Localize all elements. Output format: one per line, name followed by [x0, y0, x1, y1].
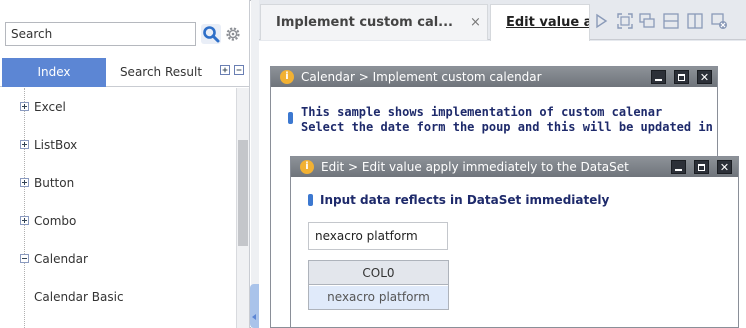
window-title: Calendar > Implement custom calendar — [301, 70, 542, 84]
sample-tree: Excel ListBox Button Combo Calendar Cale… — [0, 88, 236, 328]
info-icon: i — [280, 70, 294, 84]
description-marker — [288, 112, 293, 124]
window-title: Edit > Edit value apply immediately to t… — [321, 160, 629, 174]
tree-item-label: Excel — [34, 100, 66, 114]
left-panel: Search Index Search Result Excel ListBox… — [0, 0, 250, 328]
tree-scrollbar[interactable] — [236, 88, 249, 328]
tree-expand-collapse — [220, 65, 246, 77]
close-button[interactable]: ✕ — [717, 160, 732, 174]
close-button[interactable]: ✕ — [697, 70, 712, 84]
document-tabbar: Implement custom cal... × Edit value app… — [259, 0, 746, 41]
description-line: Select the date form the poup and this w… — [301, 120, 717, 134]
expand-icon[interactable] — [20, 102, 29, 111]
value-edit-field[interactable]: nexacro platform — [308, 222, 448, 250]
minimize-button[interactable] — [651, 70, 666, 84]
collapse-icon[interactable] — [20, 254, 29, 263]
maximize-button[interactable] — [694, 160, 709, 174]
tab-index[interactable]: Index — [2, 58, 106, 87]
search-icon[interactable] — [201, 24, 221, 44]
tree-guide-line — [24, 88, 25, 328]
tile-horizontal-icon[interactable] — [662, 12, 680, 30]
tree-item-label: Calendar — [34, 252, 88, 266]
expand-icon[interactable] — [20, 140, 29, 149]
minimize-button[interactable] — [671, 160, 686, 174]
tile-vertical-icon[interactable] — [686, 12, 704, 30]
play-icon[interactable] — [592, 12, 610, 30]
tree-item-label: Button — [34, 176, 75, 190]
info-icon: i — [300, 160, 314, 174]
doc-tab-title: Edit value apply immediately to the Data… — [506, 15, 589, 30]
description-line: This sample shows implementation of cust… — [301, 105, 663, 119]
expand-icon[interactable] — [20, 216, 29, 225]
gear-icon[interactable] — [225, 26, 241, 42]
splitter-collapse-handle[interactable] — [250, 284, 259, 328]
sample-description: Input data reflects in DataSet immediate… — [320, 193, 610, 207]
doc-tab-edit-value[interactable]: Edit value apply immediately to the Data… — [490, 4, 590, 41]
close-all-icon[interactable] — [710, 12, 728, 30]
expand-all-icon[interactable] — [220, 65, 230, 75]
doc-tab-title: Implement custom cal... — [276, 15, 453, 30]
tree-item-calendar-basic[interactable]: Calendar Basic — [34, 287, 124, 307]
tree-item-label: ListBox — [34, 138, 78, 152]
dataset-grid: COL0 nexacro platform — [308, 260, 449, 310]
left-tabs: Index Search Result — [0, 58, 250, 87]
window-toolbar — [592, 12, 742, 32]
edit-sample-window: i Edit > Edit value apply immediately to… — [290, 156, 739, 328]
grid-column-header[interactable]: COL0 — [309, 261, 448, 285]
fit-screen-icon[interactable] — [616, 12, 634, 30]
maximize-button[interactable] — [674, 70, 689, 84]
window-titlebar[interactable]: i Edit > Edit value apply immediately to… — [291, 157, 738, 177]
tree-item-label: Combo — [34, 214, 77, 228]
sample-description: This sample shows implementation of cust… — [301, 105, 717, 135]
collapse-all-icon[interactable] — [234, 65, 244, 75]
window-titlebar[interactable]: i Calendar > Implement custom calendar ✕ — [271, 67, 717, 87]
scrollbar-thumb[interactable] — [238, 140, 248, 246]
tab-search-result[interactable]: Search Result — [106, 58, 216, 87]
search-input[interactable]: Search — [5, 22, 196, 46]
description-marker — [308, 194, 313, 206]
doc-tab-custom-calendar[interactable]: Implement custom cal... × — [260, 4, 488, 40]
panel-splitter[interactable] — [251, 0, 259, 328]
grid-cell[interactable]: nexacro platform — [309, 286, 448, 309]
cascade-icon[interactable] — [638, 12, 656, 30]
close-icon[interactable]: × — [470, 15, 481, 30]
expand-icon[interactable] — [20, 178, 29, 187]
